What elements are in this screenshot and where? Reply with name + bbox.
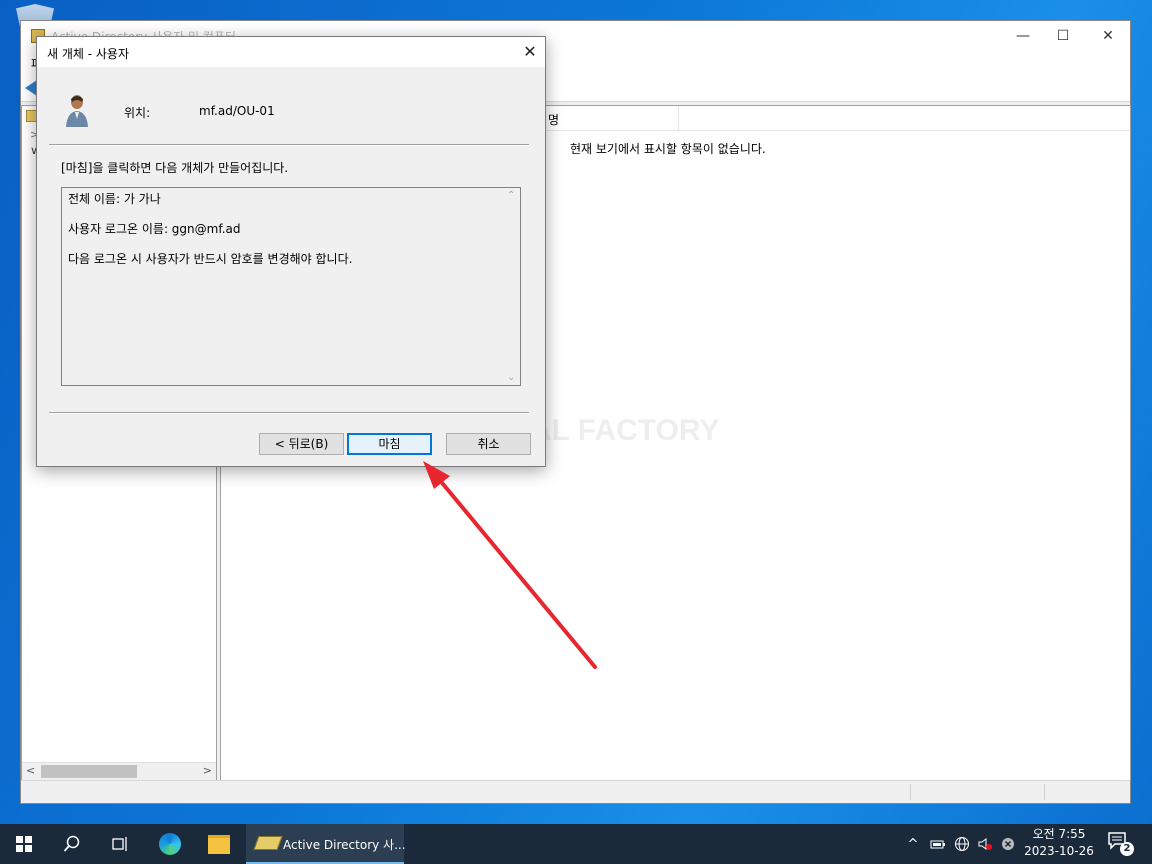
clock-date: 2023-10-26 [1024,844,1094,858]
scroll-right-icon[interactable]: > [203,764,212,777]
divider [49,412,529,414]
column-separator[interactable] [678,106,679,130]
windows-logo-icon [16,836,32,852]
statusbar-divider [1044,784,1045,800]
search-icon[interactable] [48,824,96,864]
clock-time: 오전 7:55 [1032,827,1086,841]
battery-icon[interactable] [928,824,948,864]
scroll-left-icon[interactable]: < [26,764,35,777]
close-button[interactable]: ✕ [1085,21,1131,51]
ad-console-icon [253,836,283,850]
horizontal-scrollbar[interactable]: < > [22,762,216,780]
vertical-scrollbar[interactable]: ⌃ ⌄ [503,188,520,385]
scrollbar-thumb[interactable] [41,765,137,778]
folder-logo [208,834,230,854]
dialog-close-button[interactable]: ✕ [515,37,545,67]
scroll-down-icon[interactable]: ⌄ [507,372,515,383]
taskbar-item-active-directory[interactable]: Active Directory 사... [246,824,406,864]
taskbar: Active Directory 사... ^ 오전 7:55 2023-10-… [0,824,1152,864]
finish-button[interactable]: 마침 [347,433,432,455]
file-explorer-icon[interactable] [195,824,243,864]
summary-logon-name: 사용자 로그온 이름: ggn@mf.ad [68,222,241,236]
statusbar-divider [910,784,911,800]
empty-list-message: 현재 보기에서 표시할 항목이 없습니다. [570,142,766,156]
back-button[interactable]: < 뒤로(B) [259,433,344,455]
edge-logo [159,833,181,855]
instruction-text: [마침]을 클릭하면 다음 개체가 만들어집니다. [61,161,289,175]
cancel-button[interactable]: 취소 [446,433,531,455]
task-view-icon[interactable] [96,824,144,864]
location-label: 위치: [124,106,151,120]
show-hidden-icons-chevron-icon[interactable]: ^ [902,824,924,864]
dialog-title: 새 개체 - 사용자 [47,47,130,61]
edge-browser-icon[interactable] [146,824,194,864]
statusbar [21,780,1130,803]
summary-textbox[interactable]: 전체 이름: 가 가나 사용자 로그온 이름: ggn@mf.ad 다음 로그온… [61,187,521,386]
taskbar-item-label: Active Directory 사... [283,838,406,852]
network-globe-icon[interactable] [952,824,972,864]
summary-password-change: 다음 로그온 시 사용자가 반드시 암호를 변경해야 합니다. [68,252,353,266]
volume-muted-icon[interactable] [975,824,995,864]
summary-full-name: 전체 이름: 가 가나 [68,192,161,206]
dialog-titlebar: 새 개체 - 사용자 ✕ [37,37,545,67]
scroll-up-icon[interactable]: ⌃ [507,190,515,201]
maximize-button[interactable]: ☐ [1040,21,1086,51]
notification-badge: 2 [1120,842,1134,856]
start-button[interactable] [0,824,48,864]
divider [49,144,529,146]
user-icon [66,95,88,127]
location-value: mf.ad/OU-01 [199,104,275,118]
notification-center-icon[interactable]: 2 [1108,832,1134,856]
new-user-dialog: 새 개체 - 사용자 ✕ 위치: mf.ad/OU-01 [마침]을 클릭하면 … [36,36,546,467]
close-circle-icon[interactable] [998,824,1018,864]
column-header-name[interactable]: 명 [548,111,559,128]
clock[interactable]: 오전 7:55 2023-10-26 [1018,826,1100,860]
